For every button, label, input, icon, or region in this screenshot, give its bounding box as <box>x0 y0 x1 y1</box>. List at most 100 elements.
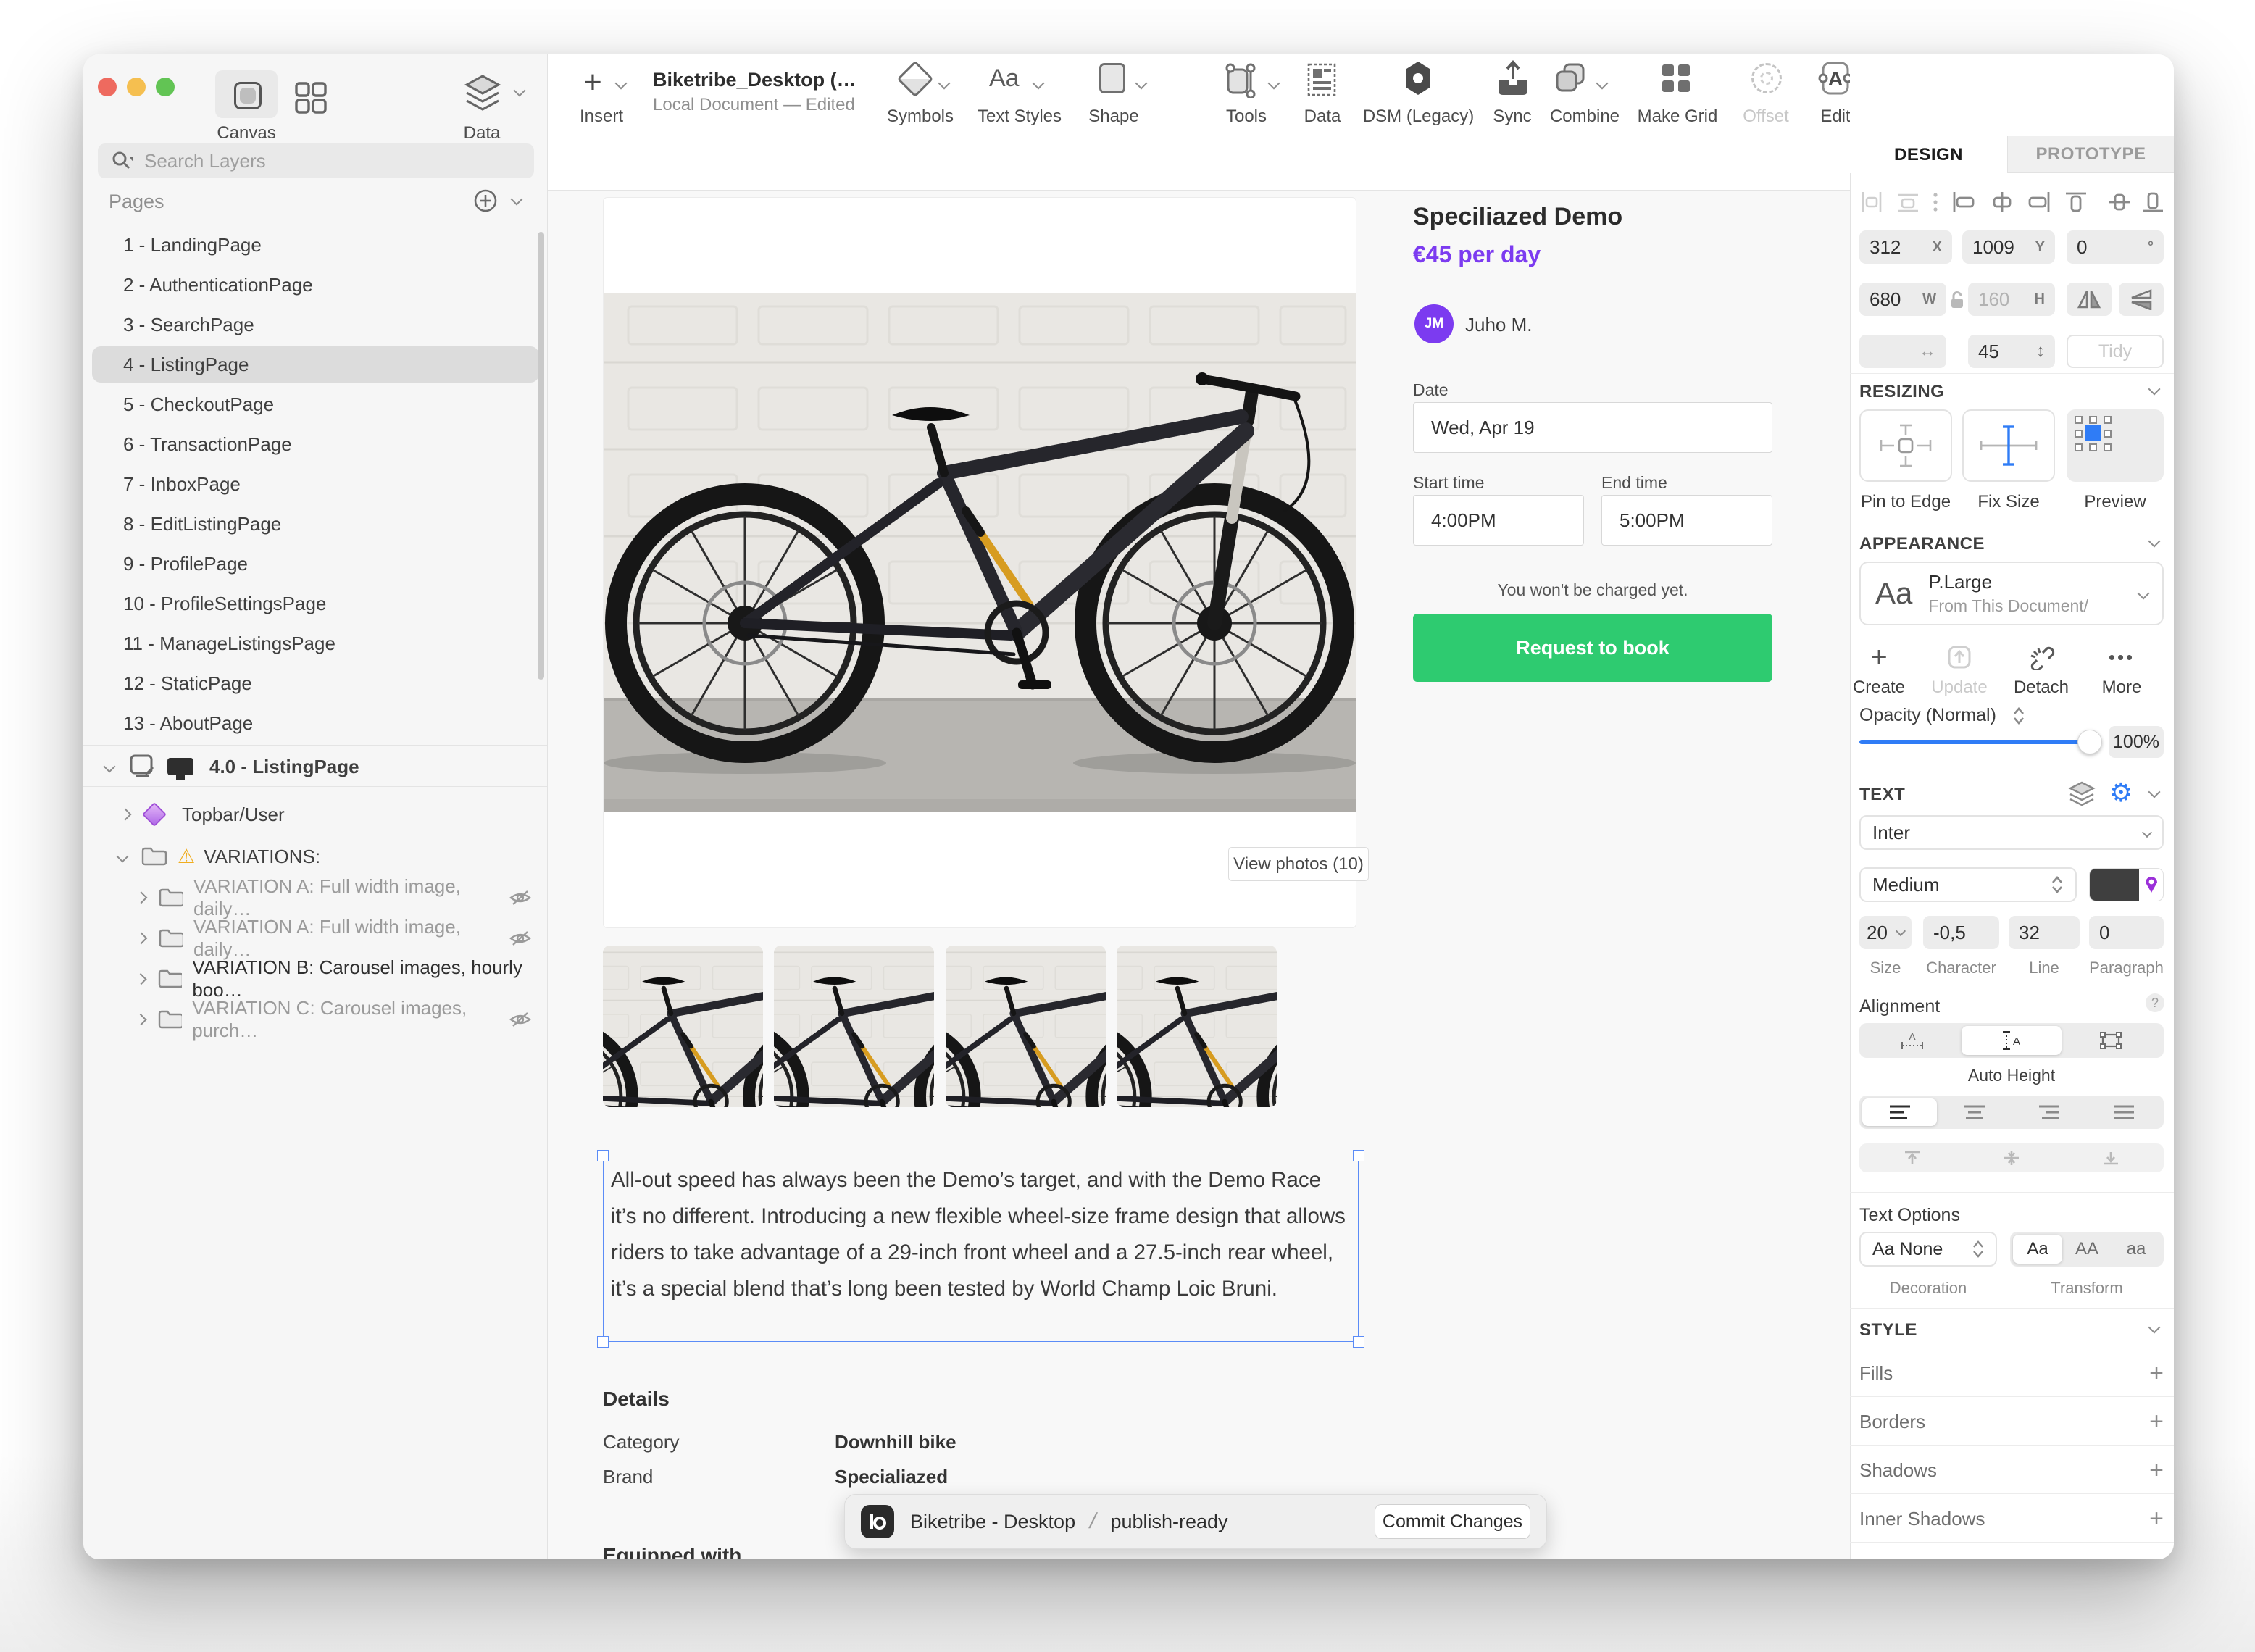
zoom-window-button[interactable] <box>156 78 175 96</box>
pages-scrollbar[interactable] <box>538 232 544 680</box>
detach-style-button[interactable]: Detach <box>2001 643 2081 698</box>
line-height-field[interactable]: 32 <box>2009 916 2080 949</box>
v-spacing-field[interactable]: 45↕ <box>1968 335 2055 368</box>
start-time-input[interactable]: 4:00PM <box>1413 495 1584 546</box>
valign-bottom-option[interactable] <box>2062 1146 2161 1169</box>
tab-prototype[interactable]: PROTOTYPE <box>2007 136 2174 173</box>
add-shadow-icon[interactable]: + <box>2149 1456 2164 1485</box>
transform-segmented[interactable]: Aa AA aa <box>2010 1232 2164 1267</box>
lock-icon[interactable] <box>1950 291 1964 309</box>
paragraph-spacing-field[interactable]: 0 <box>2089 916 2164 949</box>
more-styles-button[interactable]: ••• More <box>2082 643 2162 698</box>
layer-symbol-row[interactable]: Topbar/User <box>83 795 547 834</box>
opacity-label[interactable]: Opacity (Normal) <box>1859 705 1996 726</box>
decoration-select[interactable]: Aa None <box>1859 1232 1997 1267</box>
request-to-book-button[interactable]: Request to book <box>1413 614 1772 682</box>
font-size-field[interactable]: 20 <box>1859 916 1912 949</box>
hidden-eye-icon[interactable] <box>509 930 531 946</box>
transform-none-option[interactable]: Aa <box>2013 1235 2062 1264</box>
align-icons-row[interactable] <box>1860 189 2164 215</box>
layer-variation-a2-row[interactable]: VARIATION A: Full width image, daily… <box>83 919 547 958</box>
text-layers-icon[interactable] <box>2067 780 2096 806</box>
text-style-dropdown[interactable]: Aa P.Large From This Document/ <box>1859 562 2164 625</box>
stepper-icon[interactable] <box>2012 706 2025 725</box>
sidebar-item-inbox-page[interactable]: 7 - InboxPage <box>92 466 539 502</box>
document-title[interactable]: Biketribe_Desktop (… <box>653 69 856 91</box>
close-window-button[interactable] <box>98 78 117 96</box>
fix-size-button[interactable] <box>1962 409 2055 482</box>
photo-thumbnail-3[interactable] <box>946 946 1106 1107</box>
resizing-header[interactable]: RESIZING <box>1859 382 1944 402</box>
auto-width-option[interactable]: A <box>1862 1026 1962 1055</box>
font-family-select[interactable]: Inter <box>1859 815 2164 850</box>
borders-row[interactable]: Borders+ <box>1859 1403 2164 1440</box>
valign-middle-option[interactable] <box>1962 1146 2061 1169</box>
layer-artboard-row[interactable]: 4.0 - ListingPage <box>83 747 547 786</box>
sidebar-item-transaction-page[interactable]: 6 - TransactionPage <box>92 426 539 462</box>
align-right-option[interactable] <box>2012 1098 2086 1126</box>
resize-handle[interactable] <box>597 1336 609 1348</box>
fixed-size-option[interactable] <box>2062 1026 2161 1055</box>
sidebar-item-static-page[interactable]: 12 - StaticPage <box>92 665 539 701</box>
rotation-field[interactable]: 0° <box>2067 230 2164 264</box>
sidebar-item-listing-page[interactable]: 4 - ListingPage <box>92 346 539 383</box>
character-spacing-field[interactable]: -0,5 <box>1923 916 1999 949</box>
x-position-field[interactable]: 312X <box>1859 230 1952 264</box>
minimize-window-button[interactable] <box>127 78 146 96</box>
valign-top-option[interactable] <box>1862 1146 1962 1169</box>
auto-height-option[interactable]: A <box>1962 1026 2061 1055</box>
add-page-icon[interactable] <box>473 188 498 213</box>
sidebar-item-about-page[interactable]: 13 - AboutPage <box>92 705 539 741</box>
collapse-pages-icon[interactable] <box>511 193 523 206</box>
sidebar-item-authentication-page[interactable]: 2 - AuthenticationPage <box>92 267 539 303</box>
text-align-segmented[interactable] <box>1859 1096 2164 1129</box>
height-field[interactable]: 160H <box>1968 283 2055 316</box>
description-text-layer[interactable]: All-out speed has always been the Demo’s… <box>603 1156 1359 1342</box>
width-field[interactable]: 680W <box>1859 283 1946 316</box>
photo-thumbnail-2[interactable] <box>774 946 934 1107</box>
photo-thumbnail-1[interactable] <box>603 946 763 1107</box>
commit-branch-name[interactable]: publish-ready <box>1110 1511 1227 1533</box>
vertical-align-segmented[interactable] <box>1859 1143 2164 1172</box>
resize-handle[interactable] <box>597 1150 609 1161</box>
text-color-swatch[interactable] <box>2089 868 2164 901</box>
align-left-option[interactable] <box>1862 1098 1937 1126</box>
photo-thumbnail-4[interactable] <box>1117 946 1277 1107</box>
add-border-icon[interactable]: + <box>2149 1408 2164 1436</box>
style-header[interactable]: STYLE <box>1859 1320 1917 1340</box>
sidebar-item-manage-listings-page[interactable]: 11 - ManageListingsPage <box>92 625 539 662</box>
help-icon[interactable]: ? <box>2146 993 2164 1012</box>
h-spacing-field[interactable]: ↔ <box>1859 335 1946 368</box>
resize-handle[interactable] <box>1353 1150 1364 1161</box>
text-section-header[interactable]: TEXT <box>1859 785 1905 805</box>
y-position-field[interactable]: 1009Y <box>1962 230 2055 264</box>
sidebar-item-profile-page[interactable]: 9 - ProfilePage <box>92 546 539 582</box>
layer-variation-c-row[interactable]: VARIATION C: Carousel images, purch… <box>83 1000 547 1039</box>
layer-variation-a1-row[interactable]: VARIATION A: Full width image, daily… <box>83 878 547 917</box>
search-layers-field[interactable] <box>98 143 534 178</box>
sizing-mode-segmented[interactable]: A A <box>1859 1023 2164 1058</box>
opacity-slider[interactable] <box>1859 740 2090 744</box>
tab-design[interactable]: DESIGN <box>1850 136 2007 173</box>
add-fill-icon[interactable]: + <box>2149 1359 2164 1388</box>
align-center-option[interactable] <box>1937 1098 2012 1126</box>
sidebar-item-profile-settings-page[interactable]: 10 - ProfileSettingsPage <box>92 585 539 622</box>
opacity-slider-knob[interactable] <box>2077 730 2102 754</box>
text-settings-gear-icon[interactable]: ⚙ <box>2109 777 2133 808</box>
appearance-header[interactable]: APPEARANCE <box>1859 534 1985 554</box>
font-weight-select[interactable]: Medium <box>1859 867 2077 902</box>
commit-changes-button[interactable]: Commit Changes <box>1375 1504 1530 1539</box>
data-layers-icon[interactable] <box>462 73 503 115</box>
flip-horizontal-button[interactable] <box>2067 283 2112 316</box>
resize-handle[interactable] <box>1353 1336 1364 1348</box>
add-blur-icon[interactable]: + <box>2149 1553 2164 1560</box>
transform-uppercase-option[interactable]: AA <box>2062 1235 2112 1264</box>
view-photos-button[interactable]: View photos (10) <box>1228 847 1369 881</box>
hidden-eye-icon[interactable] <box>509 890 531 906</box>
avatar[interactable]: JM <box>1414 304 1454 343</box>
sidebar-item-landing-page[interactable]: 1 - LandingPage <box>92 227 539 263</box>
sidebar-item-search-page[interactable]: 3 - SearchPage <box>92 306 539 343</box>
commit-project-name[interactable]: Biketribe - Desktop <box>910 1511 1075 1533</box>
grid-view-icon[interactable] <box>295 82 328 115</box>
pin-to-edge-button[interactable] <box>1859 409 1952 482</box>
